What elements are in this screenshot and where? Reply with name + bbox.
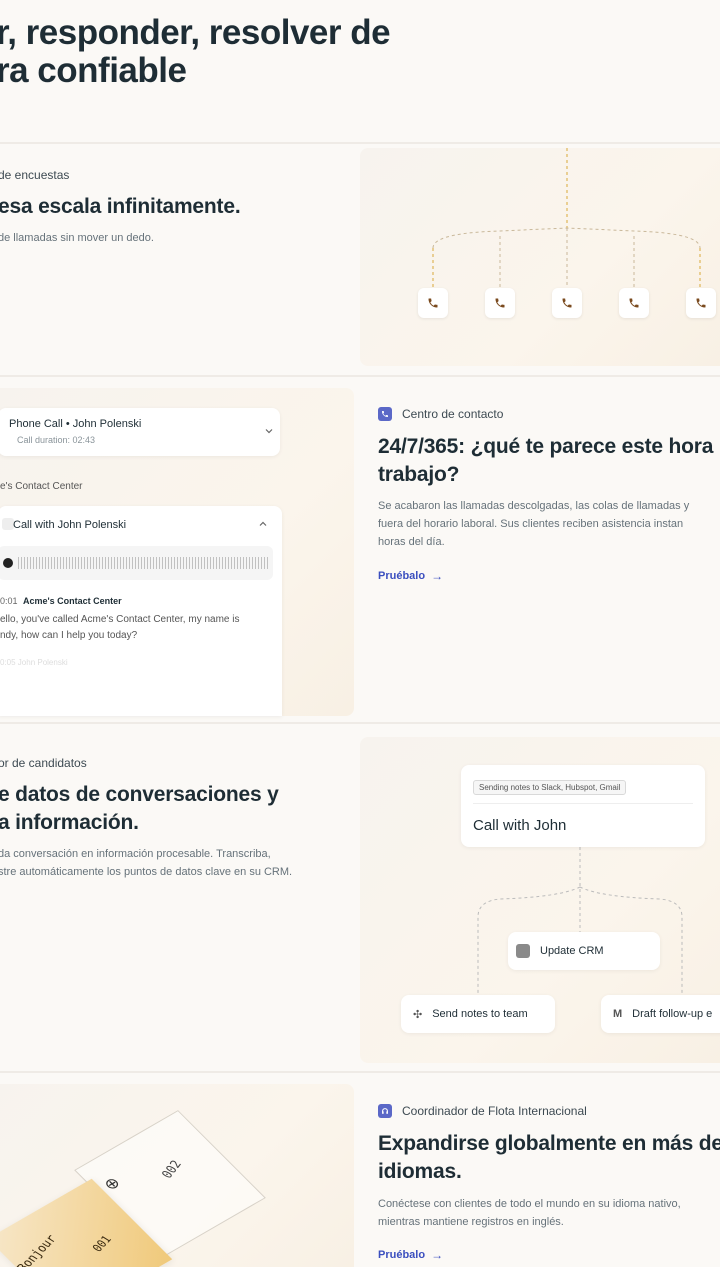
divider [0, 142, 720, 144]
contact-center-label: e's Contact Center [0, 481, 83, 492]
divider [0, 375, 720, 377]
section2-category-row: Centro de contacto [378, 407, 503, 421]
section2-title-line1: 24/7/365: ¿qué te parece este hora [378, 435, 714, 458]
section3-desc: da conversación en información procesabl… [0, 845, 292, 881]
phone-icon [619, 288, 649, 318]
section2-desc: Se acabaron las llamadas descolgadas, la… [378, 497, 689, 551]
desc-line: mientras mantiene registros en inglés. [378, 1216, 564, 1228]
audio-waveform[interactable] [18, 557, 268, 569]
section3-category: or de candidatos [0, 756, 87, 770]
section4-title: Expandirse globalmente en más de idiomas… [378, 1130, 720, 1186]
section4-category: Coordinador de Flota Internacional [402, 1104, 587, 1118]
hero-title: r, responder, resolver de ra confiable [0, 13, 391, 90]
update-crm-card[interactable]: Update CRM [508, 932, 660, 970]
divider [0, 1071, 720, 1073]
chip-label: Sending notes to Slack, Hubspot, Gmail [473, 780, 627, 795]
try-link-label[interactable]: Pruébalo [378, 570, 425, 582]
call-header-card[interactable]: Phone Call • John Polenski Call duration… [0, 408, 280, 456]
call-header-title: Phone Call • John Polenski [9, 418, 142, 430]
section3-title-line2: a información. [0, 811, 139, 834]
section1-desc: de llamadas sin mover un dedo. [0, 232, 154, 244]
arrow-right-icon[interactable]: → [431, 569, 443, 583]
fanout-connectors [432, 148, 701, 288]
call-with-title: Call with John Polenski [13, 519, 127, 531]
section2-title-line2: trabajo? [378, 463, 460, 486]
phone-icon [552, 288, 582, 318]
call-duration: Call duration: 02:43 [17, 435, 96, 445]
play-icon[interactable] [3, 558, 13, 568]
transcript-line: ello, you've called Acme's Contact Cente… [0, 614, 240, 625]
call-transcript-illustration: Phone Call • John Polenski Call duration… [0, 388, 354, 716]
desc-line: Conéctese con clientes de todo el mundo … [378, 1198, 681, 1210]
section2-try-link[interactable]: Pruébalo → [378, 569, 443, 583]
hero-title-line1: r, responder, resolver de [0, 13, 391, 52]
divider [473, 803, 693, 804]
call-notes-card: Sending notes to Slack, Hubspot, Gmail C… [461, 765, 705, 847]
transcript-line: ndy, how can I help you today? [0, 630, 138, 641]
divider [0, 722, 720, 724]
chevron-down-icon[interactable] [264, 426, 274, 436]
phone-fanout-illustration [360, 148, 720, 366]
section3-title: e datos de conversaciones y a informació… [0, 781, 279, 837]
arrow-right-icon[interactable]: → [431, 1248, 443, 1262]
bonjour-label: Bonjour [13, 1232, 60, 1267]
gmail-icon: M [613, 1008, 623, 1020]
section2-category: Centro de contacto [402, 407, 504, 421]
draft-followup-card[interactable]: M Draft follow-up e [601, 995, 720, 1033]
section4-try-link[interactable]: Pruébalo → [378, 1248, 443, 1262]
try-link-label[interactable]: Pruébalo [378, 1249, 425, 1261]
sending-notes-chip: Sending notes to Slack, Hubspot, Gmail [473, 777, 627, 795]
section4-title-line2: idiomas. [378, 1160, 462, 1183]
section4-category-row: Coordinador de Flota Internacional [378, 1104, 587, 1118]
chevron-up-icon[interactable] [258, 519, 268, 529]
section3-title-line1: e datos de conversaciones y [0, 783, 279, 806]
section4-title-line1: Expandirse globalmente en más de [378, 1132, 720, 1155]
desc-line: stre automáticamente los puntos de datos… [0, 866, 293, 878]
slack-icon: ✣ [413, 1008, 423, 1021]
call-with-john-title: Call with John [473, 817, 567, 834]
section1-title: esa escala infinitamente. [0, 195, 241, 218]
headset-badge-icon [378, 1104, 392, 1118]
send-notes-label: Send notes to team [432, 1008, 528, 1020]
transcript-time: 0:01 [0, 596, 18, 606]
crm-icon [516, 944, 530, 958]
desc-line: da conversación en información procesabl… [0, 848, 271, 860]
card-001-label: 001 [89, 1233, 115, 1255]
phone-icon [485, 288, 515, 318]
section1-category: de encuestas [0, 168, 70, 182]
update-crm-label: Update CRM [540, 945, 604, 957]
section2-title: 24/7/365: ¿qué te parece este hora traba… [378, 433, 713, 489]
section4-desc: Conéctese con clientes de todo el mundo … [378, 1195, 681, 1231]
hero-title-line2: ra confiable [0, 51, 187, 90]
language-cards-illustration: 002 ⊕ Bonjour 001 [0, 1084, 354, 1267]
card-002-label: 002 [158, 1157, 185, 1181]
crm-flow-illustration: Sending notes to Slack, Hubspot, Gmail C… [360, 737, 720, 1063]
phone-icon [418, 288, 448, 318]
draft-followup-label: Draft follow-up e [632, 1008, 713, 1020]
transcript-speaker: Acme's Contact Center [23, 596, 122, 606]
send-notes-card[interactable]: ✣ Send notes to team [401, 995, 555, 1033]
desc-line: fuera del horario laboral. Sus clientes … [378, 518, 684, 530]
transcript-faded: 0:05 John Polenski [0, 658, 68, 667]
phone-badge-icon [378, 407, 392, 421]
desc-line: horas del día. [378, 536, 445, 548]
desc-line: Se acabaron las llamadas descolgadas, la… [378, 500, 690, 512]
transcript-card: Call with John Polenski 0:01 Acme's Cont… [0, 506, 282, 716]
audio-player[interactable] [0, 546, 273, 580]
phone-icon [686, 288, 716, 318]
